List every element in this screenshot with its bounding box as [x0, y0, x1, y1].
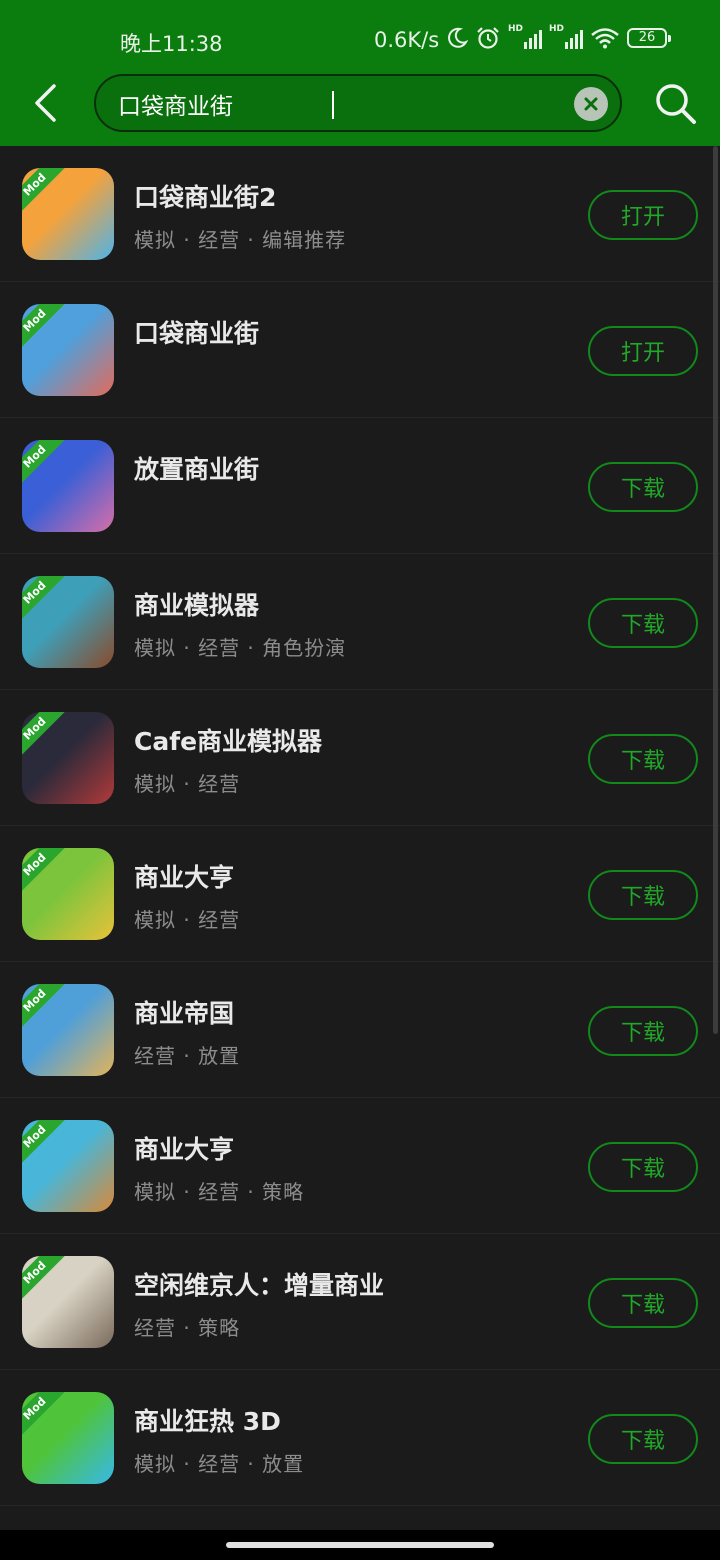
home-indicator[interactable] [226, 1542, 494, 1548]
scrollbar[interactable] [713, 146, 718, 1034]
app-icon[interactable]: Mod [22, 576, 114, 668]
download-button[interactable]: 下载 [588, 462, 698, 512]
app-list-item[interactable]: Mod 商业大亨模拟 · 经营 · 策略 下载 [0, 1098, 720, 1234]
alarm-icon [477, 27, 499, 49]
clear-search-button[interactable] [574, 87, 608, 121]
app-list-item[interactable]: Mod 商业模拟器模拟 · 经营 · 角色扮演 下载 [0, 554, 720, 690]
app-icon[interactable]: Mod [22, 984, 114, 1076]
mod-badge: Mod [22, 168, 65, 215]
app-name[interactable]: 商业狂热 3D [134, 1402, 281, 1438]
app-list-item[interactable]: Mod 商业大亨模拟 · 经营 下载 [0, 826, 720, 962]
app-tags: 模拟 · 经营 [134, 908, 241, 932]
app-icon[interactable]: Mod [22, 168, 114, 260]
mod-badge: Mod [22, 712, 65, 759]
mod-badge: Mod [22, 304, 65, 351]
open-button[interactable]: 打开 [588, 326, 698, 376]
app-icon[interactable]: Mod [22, 304, 114, 396]
battery-icon: 26 [627, 28, 671, 48]
download-button[interactable]: 下载 [588, 1414, 698, 1464]
chevron-left-icon [35, 84, 56, 122]
search-bar [94, 74, 622, 132]
app-list-item[interactable]: Mod 空闲维京人：增量商业经营 · 策略 下载 [0, 1234, 720, 1370]
app-list-item[interactable]: Mod 放置商业街 下载 [0, 418, 720, 554]
wifi-icon [591, 28, 619, 49]
cell-signal-icon: HD [508, 24, 542, 49]
app-list-item[interactable]: Mod 口袋商业街2 模拟 · 经营 · 编辑推荐 打开 [0, 146, 720, 282]
network-speed: 0.6K/s [374, 28, 440, 52]
app-icon[interactable]: Mod [22, 1120, 114, 1212]
moon-icon [448, 27, 468, 48]
text-cursor [332, 91, 334, 119]
close-icon [584, 97, 598, 111]
search-icon [656, 84, 696, 124]
download-button[interactable]: 下载 [588, 1278, 698, 1328]
app-tags: 模拟 · 经营 · 编辑推荐 [134, 228, 347, 252]
app-tags: 模拟 · 经营 [134, 772, 241, 796]
app-name[interactable]: 口袋商业街 [134, 314, 259, 350]
open-button[interactable]: 打开 [588, 190, 698, 240]
app-icon[interactable]: Mod [22, 712, 114, 804]
download-button[interactable]: 下载 [588, 1142, 698, 1192]
mod-badge: Mod [22, 576, 65, 623]
app-icon[interactable]: Mod [22, 1256, 114, 1348]
app-name[interactable]: 商业大亨 [134, 858, 234, 894]
mod-badge: Mod [22, 984, 65, 1031]
back-button[interactable] [22, 80, 68, 126]
app-name[interactable]: 放置商业街 [134, 450, 259, 486]
app-icon[interactable]: Mod [22, 1392, 114, 1484]
status-bar: 晚上11:38 0.6K/s HD HD 26 [0, 0, 720, 72]
mod-badge: Mod [22, 1392, 65, 1439]
app-name[interactable]: 空闲维京人：增量商业 [134, 1266, 384, 1302]
app-name[interactable]: 商业大亨 [134, 1130, 234, 1166]
mod-badge: Mod [22, 1256, 65, 1303]
mod-badge: Mod [22, 440, 65, 487]
download-button[interactable]: 下载 [588, 870, 698, 920]
app-list-item[interactable]: Mod Cafe商业模拟器模拟 · 经营 下载 [0, 690, 720, 826]
download-button[interactable]: 下载 [588, 598, 698, 648]
app-tags: 经营 · 放置 [134, 1044, 241, 1068]
app-header: 晚上11:38 0.6K/s HD HD 26 口袋商业街 [0, 0, 720, 146]
app-icon[interactable]: Mod [22, 440, 114, 532]
status-icons: HD HD 26 [446, 24, 671, 50]
download-button[interactable]: 下载 [588, 1006, 698, 1056]
navigation-bar [0, 1530, 720, 1560]
mod-badge: Mod [22, 1120, 65, 1167]
search-input[interactable] [118, 88, 558, 120]
app-tags: 模拟 · 经营 · 放置 [134, 1452, 305, 1476]
cell-signal-icon: HD [549, 24, 583, 49]
status-time: 晚上11:38 [120, 32, 223, 56]
app-name[interactable]: 商业模拟器 [134, 586, 259, 622]
app-name[interactable]: 口袋商业街2 [134, 178, 276, 214]
download-button[interactable]: 下载 [588, 734, 698, 784]
app-list-item[interactable]: Mod 商业狂热 3D 模拟 · 经营 · 放置 下载 [0, 1370, 720, 1506]
app-list-item[interactable]: Mod 口袋商业街 打开 [0, 282, 720, 418]
search-results-list: Mod 口袋商业街2 模拟 · 经营 · 编辑推荐 打开 Mod 口袋商业街 打开 Mod 放置… [0, 146, 720, 1530]
app-name[interactable]: Cafe商业模拟器 [134, 722, 322, 758]
app-name[interactable]: 商业帝国 [134, 994, 234, 1030]
app-tags: 模拟 · 经营 · 策略 [134, 1180, 305, 1204]
app-tags: 经营 · 策略 [134, 1316, 241, 1340]
app-tags: 模拟 · 经营 · 角色扮演 [134, 636, 347, 660]
app-list-item[interactable]: Mod 商业帝国经营 · 放置 下载 [0, 962, 720, 1098]
search-button[interactable] [652, 80, 700, 128]
mod-badge: Mod [22, 848, 65, 895]
app-icon[interactable]: Mod [22, 848, 114, 940]
